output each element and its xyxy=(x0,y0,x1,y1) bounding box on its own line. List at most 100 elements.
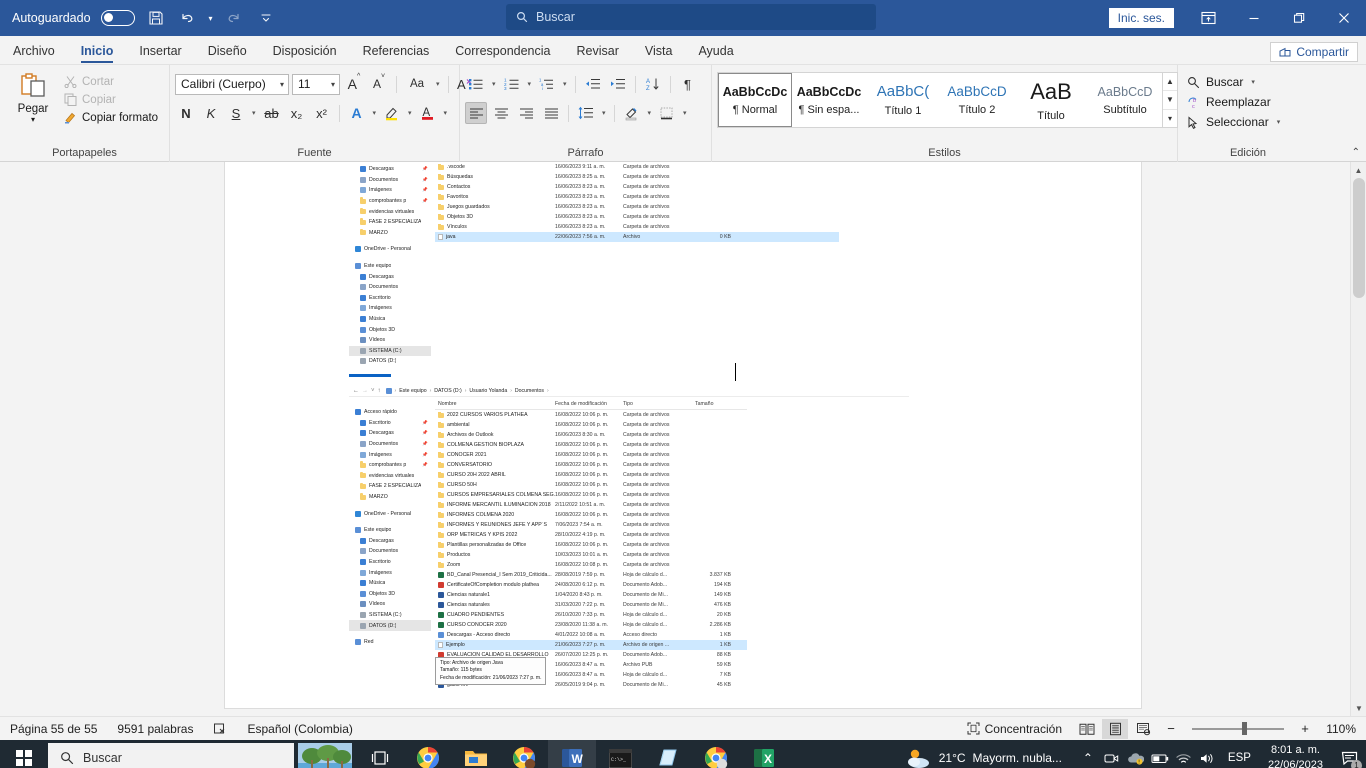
widgets-weather-thumbnail[interactable] xyxy=(294,740,356,768)
change-case-caret-icon[interactable]: ▾ xyxy=(434,80,442,88)
styles-scroll-down-icon[interactable]: ▼ xyxy=(1163,91,1177,110)
underline-caret-icon[interactable]: ▾ xyxy=(250,109,258,117)
nav-item[interactable]: evidencias virtuales xyxy=(349,206,431,217)
ribbon-display-options-icon[interactable] xyxy=(1186,0,1231,36)
italic-button[interactable]: K xyxy=(200,102,222,124)
nav-item[interactable]: MARZO xyxy=(349,228,431,239)
meet-now-icon[interactable] xyxy=(1100,740,1124,768)
volume-icon[interactable] xyxy=(1196,740,1220,768)
find-button[interactable]: Buscar ▾ xyxy=(1183,73,1261,91)
column-header-nombre[interactable]: Nombre xyxy=(435,401,555,407)
change-case-icon[interactable]: Aa xyxy=(403,73,431,95)
nav-item[interactable]: Este equipo xyxy=(349,525,431,536)
focus-mode-button[interactable]: Concentración xyxy=(957,722,1072,736)
explorer-top-file-list[interactable]: .vscode 16/06/2023 9:11 a. m. Carpeta de a… xyxy=(435,162,839,242)
pin-icon[interactable]: 📌 xyxy=(422,441,428,447)
taskbar-clock[interactable]: 8:01 a. m. 22/06/2023 xyxy=(1259,743,1332,768)
nav-item[interactable]: Este equipo xyxy=(349,261,431,272)
word-taskbar-icon[interactable]: W xyxy=(548,740,596,768)
nav-item[interactable]: Acceso rápido xyxy=(349,407,431,418)
line-spacing-caret-icon[interactable]: ▾ xyxy=(600,109,608,117)
highlight-caret-icon[interactable]: ▾ xyxy=(406,109,414,117)
nav-item[interactable]: Imágenes 📌 xyxy=(349,449,431,460)
zoom-in-icon[interactable]: + xyxy=(1292,719,1318,739)
breadcrumb-datos-d[interactable]: DATOS (D:) xyxy=(434,388,461,394)
restore-icon[interactable] xyxy=(1276,0,1321,36)
document-page[interactable]: Descargas 📌 Documentos 📌 Imágenes 📌 comprobant… xyxy=(225,162,1141,708)
tab-vista[interactable]: Vista xyxy=(632,40,686,64)
nav-item[interactable]: SISTEMA (C:) xyxy=(349,345,431,357)
task-view-icon[interactable] xyxy=(356,740,404,768)
nav-item[interactable]: Escritorio xyxy=(349,293,431,304)
copy-button[interactable]: Copiar xyxy=(61,92,161,107)
nav-item[interactable]: Vídeos xyxy=(349,335,431,346)
bullet-list-caret-icon[interactable]: ▾ xyxy=(490,80,498,88)
subscript-button[interactable]: x₂ xyxy=(286,102,308,124)
table-row[interactable]: INFORME MERCANTIL ILUMINACIÓN 2018 2/11/2… xyxy=(435,500,747,510)
table-row[interactable]: 2022 CURSOS VARIOS PLATHEA 16/08/2022 10:… xyxy=(435,410,747,420)
find-caret-icon[interactable]: ▾ xyxy=(1249,78,1257,86)
select-button[interactable]: Seleccionar ▾ xyxy=(1183,113,1286,131)
select-caret-icon[interactable]: ▾ xyxy=(1275,118,1283,126)
nav-item[interactable]: FASE 2 ESPECIALIZA xyxy=(349,481,431,492)
page-indicator[interactable]: Página 55 de 55 xyxy=(0,722,107,736)
nav-item[interactable]: Documentos 📌 xyxy=(349,439,431,450)
numbered-list-icon[interactable]: 123 xyxy=(501,73,523,95)
battery-icon[interactable] xyxy=(1148,740,1172,768)
replace-button[interactable]: bc Reemplazar xyxy=(1183,93,1275,111)
nav-item[interactable]: DATOS (D:) xyxy=(349,620,431,631)
sort-icon[interactable]: AZ xyxy=(642,73,664,95)
styles-gallery-scrollbar[interactable]: ▲ ▼ ▾ xyxy=(1162,73,1177,127)
table-row[interactable]: java 22/06/2023 7:56 a. m. Archivo 0 KB xyxy=(435,232,839,242)
word-count[interactable]: 9591 palabras xyxy=(107,722,203,736)
chrome-profile2-taskbar-icon[interactable] xyxy=(692,740,740,768)
style-titulo-1[interactable]: AaBbC( Título 1 xyxy=(866,73,940,127)
terminal-taskbar-icon[interactable]: C:\>_ xyxy=(596,740,644,768)
weather-widget[interactable]: 21°C Mayorm. nubla... xyxy=(906,747,1076,768)
nav-item[interactable]: Documentos xyxy=(349,546,431,557)
forward-arrow-icon[interactable]: → xyxy=(362,388,368,394)
style-titulo-2[interactable]: AaBbCcD Título 2 xyxy=(940,73,1014,127)
nav-item[interactable]: Descargas xyxy=(349,536,431,547)
tab-referencias[interactable]: Referencias xyxy=(350,40,443,64)
table-row[interactable]: Búsquedas 16/06/2023 8:25 a. m. Carpeta de… xyxy=(435,172,839,182)
nav-item[interactable]: Escritorio xyxy=(349,557,431,568)
table-row[interactable]: ORP METRICAS Y KPIS 2022 28/10/2022 4:19 … xyxy=(435,530,747,540)
table-row[interactable]: ambiental 16/08/2022 10:06 p. m. Carpeta d… xyxy=(435,420,747,430)
read-mode-icon[interactable] xyxy=(1074,719,1100,739)
nav-item[interactable]: Imágenes xyxy=(349,567,431,578)
redo-icon[interactable] xyxy=(223,7,245,29)
zoom-out-icon[interactable]: − xyxy=(1158,719,1184,739)
tab-disposicion[interactable]: Disposición xyxy=(260,40,350,64)
table-row[interactable]: CURSOS EMPRESARIALES COLMENA SEG... 16/08… xyxy=(435,490,747,500)
chrome-taskbar-icon[interactable] xyxy=(404,740,452,768)
zoom-level[interactable]: 110% xyxy=(1320,722,1362,736)
table-row[interactable]: Archivos de Outlook 16/06/2023 8:30 a. m.… xyxy=(435,430,747,440)
nav-item[interactable]: Red xyxy=(349,637,431,648)
document-area[interactable]: Descargas 📌 Documentos 📌 Imágenes 📌 comprobant… xyxy=(0,162,1366,716)
up-arrow-icon[interactable]: ↑ xyxy=(378,388,381,394)
align-left-icon[interactable] xyxy=(465,102,487,124)
table-row[interactable]: CONVERSATORIO 16/08/2022 10:06 p. m. Carpe… xyxy=(435,460,747,470)
numbered-list-caret-icon[interactable]: ▾ xyxy=(526,80,534,88)
tab-revisar[interactable]: Revisar xyxy=(563,40,631,64)
borders-icon[interactable] xyxy=(656,102,678,124)
breadcrumb-este-equipo[interactable]: Este equipo xyxy=(399,388,426,394)
font-color-caret-icon[interactable]: ▾ xyxy=(442,109,450,117)
notifications-icon[interactable]: 1 xyxy=(1332,740,1366,768)
table-row[interactable]: INFORMES COLMENA 2020 16/08/2022 10:06 p.… xyxy=(435,510,747,520)
font-size-combo[interactable]: 11 ▾ xyxy=(292,73,340,95)
pin-icon[interactable]: 📌 xyxy=(422,430,428,436)
nav-item[interactable]: Descargas 📌 xyxy=(349,428,431,439)
language-indicator[interactable]: Español (Colombia) xyxy=(237,722,362,736)
strikethrough-button[interactable]: ab xyxy=(261,102,283,124)
nav-item[interactable]: Documentos xyxy=(349,282,431,293)
proofing-errors-icon[interactable] xyxy=(203,722,237,736)
nav-item[interactable]: OneDrive - Personal xyxy=(349,244,431,255)
nav-item[interactable]: Documentos 📌 xyxy=(349,175,431,186)
paste-caret-icon[interactable]: ▾ xyxy=(31,115,35,124)
table-row[interactable]: Ejemplo 21/06/2023 7:27 p. m. Archivo de o… xyxy=(435,640,747,650)
zoom-slider[interactable] xyxy=(1192,719,1284,739)
qat-more-icon[interactable] xyxy=(255,7,277,29)
explorer-top-navigation-pane[interactable]: Descargas 📌 Documentos 📌 Imágenes 📌 comprobant… xyxy=(349,162,431,377)
